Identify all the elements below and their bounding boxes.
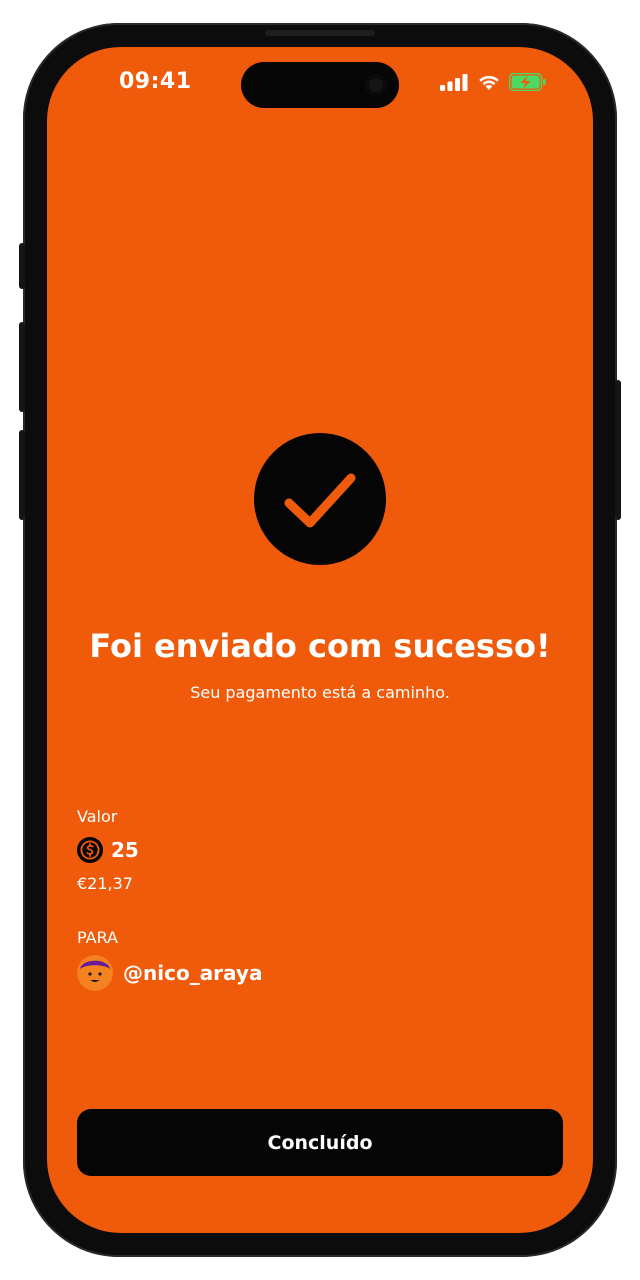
power-button: [615, 380, 621, 520]
status-time: 09:41: [119, 69, 192, 94]
recipient-row: @nico_araya: [77, 955, 262, 991]
battery-charging-icon: [509, 73, 546, 91]
avatar: [77, 955, 113, 991]
recipient-label: PARA: [77, 928, 118, 947]
amount-value: 25: [111, 838, 139, 862]
volume-down-button: [19, 430, 25, 520]
avatar-image: [77, 955, 113, 991]
amount-row: 25: [77, 837, 139, 863]
wifi-icon: [479, 75, 499, 90]
earpiece: [265, 30, 375, 36]
fiat-value: €21,37: [77, 874, 133, 893]
screen: 09:41 Foi enviado com sucesso! Seu pagam…: [47, 47, 593, 1233]
dynamic-island: [241, 62, 399, 108]
success-badge: [254, 433, 386, 565]
done-button[interactable]: Concluído: [77, 1109, 563, 1176]
front-camera: [365, 74, 387, 96]
cellular-signal-icon: [440, 74, 468, 91]
recipient-handle: @nico_araya: [123, 961, 263, 985]
success-title: Foi enviado com sucesso!: [89, 627, 551, 665]
volume-up-button: [19, 322, 25, 412]
success-subtitle: Seu pagamento está a caminho.: [190, 683, 450, 702]
dollar-coin-icon: [77, 837, 103, 863]
checkmark-icon: [284, 473, 356, 528]
amount-label: Valor: [77, 807, 118, 826]
status-icons: [439, 73, 547, 91]
action-button: [19, 243, 25, 289]
